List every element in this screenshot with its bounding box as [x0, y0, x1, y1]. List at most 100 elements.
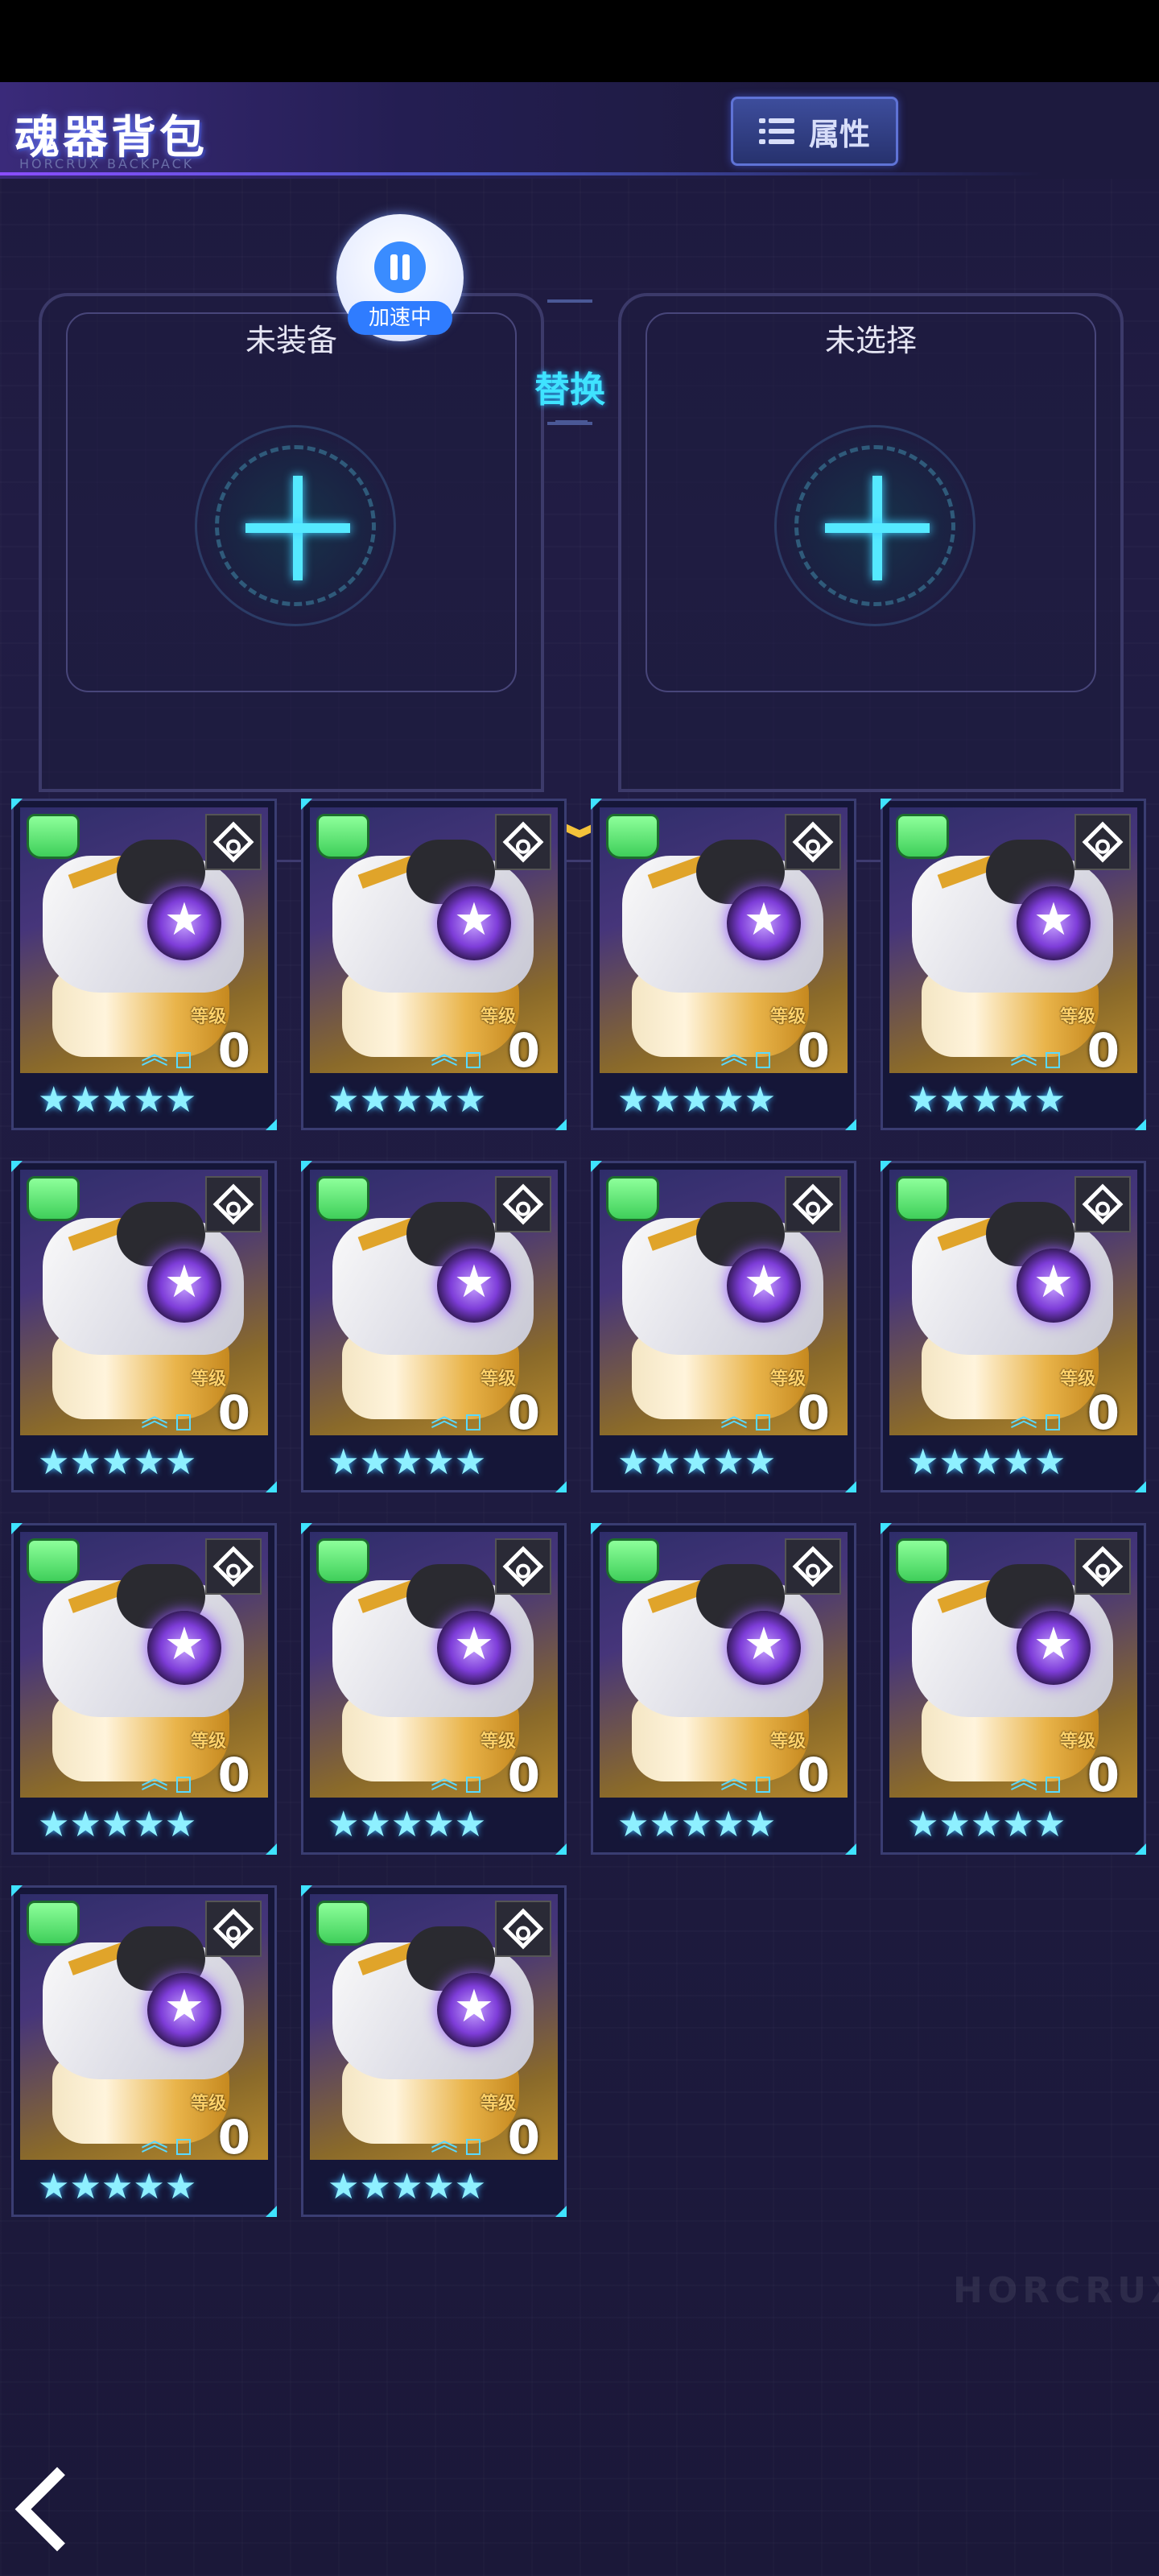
pause-icon [374, 242, 426, 293]
horcrux-art: ★ 等级 ︽ 0 [20, 1532, 268, 1798]
header: 魂器背包 HORCRUX BACKPACK 属性 [0, 82, 1159, 179]
diamond-lock-icon[interactable] [205, 814, 262, 870]
double-chevron-up-icon: ︽ [1010, 1763, 1037, 1795]
rank-box-icon [176, 1052, 191, 1068]
horcrux-card[interactable]: ★ 等级 ︽ 0 ★★★★★ [881, 1523, 1146, 1855]
star-rating: ★★★★★ [328, 1442, 487, 1483]
horcrux-art: ★ 等级 ︽ 0 [20, 807, 268, 1073]
star-rating: ★★★★★ [328, 1804, 487, 1845]
diamond-lock-icon[interactable] [205, 1901, 262, 1957]
horcrux-card[interactable]: ★ 等级 ︽ 0 ★★★★★ [301, 799, 567, 1130]
double-chevron-up-icon: ︽ [1010, 1401, 1037, 1433]
swap-decor-line [555, 420, 588, 423]
selected-slot[interactable]: 未选择 [618, 293, 1124, 792]
horcrux-card[interactable]: ★ 等级 ︽ 0 ★★★★★ [301, 1161, 567, 1492]
rank-box-icon [176, 1777, 191, 1793]
level-value: 0 [797, 1023, 830, 1073]
cylinder-type-icon [896, 1176, 949, 1221]
star-rating: ★★★★★ [38, 2166, 197, 2207]
cylinder-type-icon [27, 814, 80, 859]
horcrux-card[interactable]: ★ 等级 ︽ 0 ★★★★★ [301, 1523, 567, 1855]
rank-box-icon [176, 1414, 191, 1430]
diamond-lock-icon[interactable] [1074, 1538, 1131, 1595]
diamond-lock-icon[interactable] [1074, 814, 1131, 870]
diamond-lock-icon[interactable] [785, 1176, 841, 1232]
star-rating: ★★★★★ [617, 1080, 777, 1121]
swap-decor-line [547, 299, 592, 303]
level-value: 0 [217, 1385, 250, 1435]
double-chevron-up-icon: ︽ [431, 1038, 458, 1071]
cylinder-type-icon [27, 1538, 80, 1583]
level-value: 0 [217, 2110, 250, 2160]
horcrux-art: ★ 等级 ︽ 0 [600, 1532, 848, 1798]
corner-accent [555, 1843, 567, 1855]
horcrux-card[interactable]: ★ 等级 ︽ 0 ★★★★★ [591, 1523, 856, 1855]
corner-accent [266, 1481, 277, 1492]
cylinder-type-icon [316, 1176, 369, 1221]
corner-accent [845, 1119, 856, 1130]
horcrux-card[interactable]: ★ 等级 ︽ 0 ★★★★★ [11, 1161, 277, 1492]
horcrux-card[interactable]: ★ 等级 ︽ 0 ★★★★★ [11, 1885, 277, 2217]
rank-box-icon [756, 1777, 770, 1793]
page-subtitle: HORCRUX BACKPACK [19, 156, 195, 171]
level-value: 0 [507, 1748, 540, 1798]
diamond-lock-icon[interactable] [495, 1901, 551, 1957]
horcrux-card[interactable]: ★ 等级 ︽ 0 ★★★★★ [11, 1523, 277, 1855]
rank-box-icon [466, 1414, 481, 1430]
double-chevron-up-icon: ︽ [720, 1401, 748, 1433]
cylinder-type-icon [896, 814, 949, 859]
cylinder-type-icon [606, 1538, 659, 1583]
status-bar-area [0, 0, 1159, 82]
double-chevron-up-icon: ︽ [720, 1038, 748, 1071]
cylinder-type-icon [27, 1901, 80, 1946]
horcrux-art: ★ 等级 ︽ 0 [600, 1170, 848, 1435]
attributes-button[interactable]: 属性 [731, 97, 898, 166]
horcrux-card[interactable]: ★ 等级 ︽ 0 ★★★★★ [11, 799, 277, 1130]
horcrux-art: ★ 等级 ︽ 0 [889, 1170, 1137, 1435]
star-rating: ★★★★★ [38, 1080, 197, 1121]
horcrux-card[interactable]: ★ 等级 ︽ 0 ★★★★★ [301, 1885, 567, 2217]
corner-accent [555, 1119, 567, 1130]
speed-up-badge[interactable]: 加速中 [336, 214, 464, 341]
horcrux-card[interactable]: ★ 等级 ︽ 0 ★★★★★ [591, 799, 856, 1130]
horcrux-card[interactable]: ★ 等级 ︽ 0 ★★★★★ [881, 1161, 1146, 1492]
diamond-lock-icon[interactable] [205, 1176, 262, 1232]
double-chevron-up-icon: ︽ [141, 1401, 168, 1433]
level-value: 0 [507, 1385, 540, 1435]
double-chevron-up-icon: ︽ [431, 1763, 458, 1795]
list-icon [758, 117, 794, 146]
corner-accent [845, 1481, 856, 1492]
corner-accent [266, 2206, 277, 2217]
horcrux-art: ★ 等级 ︽ 0 [310, 807, 558, 1073]
rank-box-icon [466, 1777, 481, 1793]
corner-accent [845, 1843, 856, 1855]
diamond-lock-icon[interactable] [495, 1538, 551, 1595]
rank-box-icon [1046, 1052, 1060, 1068]
star-rating: ★★★★★ [38, 1804, 197, 1845]
watermark-text: HORCRUX [953, 2270, 1159, 2311]
rank-box-icon [756, 1414, 770, 1430]
double-chevron-up-icon: ︽ [720, 1763, 748, 1795]
diamond-lock-icon[interactable] [785, 1538, 841, 1595]
back-arrow-icon[interactable] [19, 2471, 89, 2552]
star-rating: ★★★★★ [617, 1442, 777, 1483]
diamond-lock-icon[interactable] [495, 1176, 551, 1232]
speed-up-label: 加速中 [348, 301, 452, 335]
horcrux-card[interactable]: ★ 等级 ︽ 0 ★★★★★ [591, 1161, 856, 1492]
rank-box-icon [756, 1052, 770, 1068]
diamond-lock-icon[interactable] [205, 1538, 262, 1595]
level-value: 0 [217, 1023, 250, 1073]
plus-icon[interactable] [195, 425, 396, 626]
horcrux-card[interactable]: ★ 等级 ︽ 0 ★★★★★ [881, 799, 1146, 1130]
star-rating: ★★★★★ [38, 1442, 197, 1483]
attributes-button-label: 属性 [808, 116, 870, 152]
equipped-slot-label: 未装备 [245, 323, 337, 358]
plus-icon[interactable] [774, 425, 975, 626]
star-rating: ★★★★★ [617, 1804, 777, 1845]
horcrux-art: ★ 等级 ︽ 0 [600, 807, 848, 1073]
diamond-lock-icon[interactable] [785, 814, 841, 870]
diamond-lock-icon[interactable] [1074, 1176, 1131, 1232]
equipped-slot[interactable]: 未装备 [39, 293, 544, 792]
swap-button[interactable]: 替换 [534, 361, 605, 412]
diamond-lock-icon[interactable] [495, 814, 551, 870]
